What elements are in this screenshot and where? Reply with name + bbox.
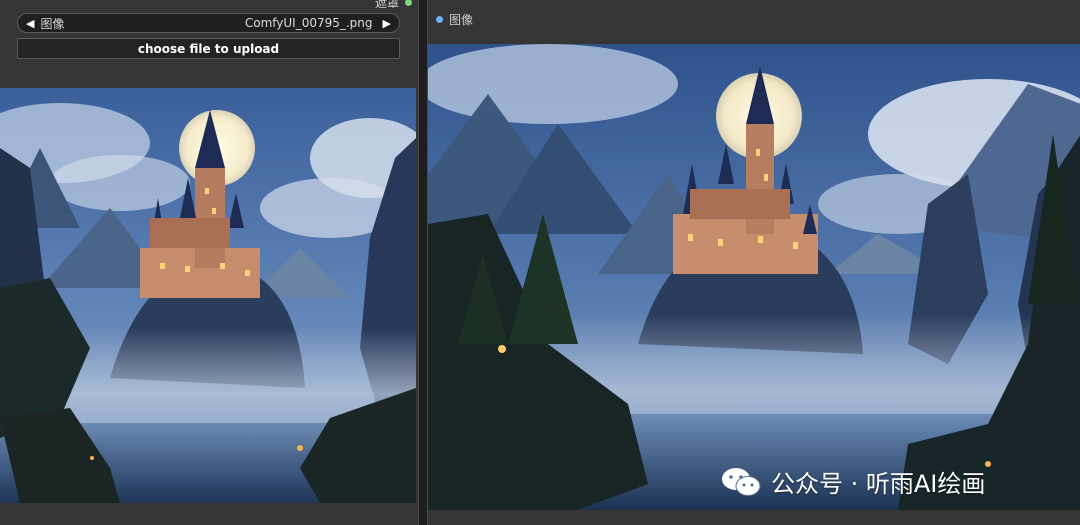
input-dot-icon[interactable] [436, 16, 443, 23]
image-combo-widget[interactable]: ◀ 图像 ComfyUI_00795_.png ▶ [17, 13, 400, 33]
mask-output-label: 遮罩 [374, 0, 399, 10]
image-combo-value[interactable]: ComfyUI_00795_.png [245, 16, 373, 30]
load-image-node[interactable]: 遮罩 ◀ 图像 ComfyUI_00795_.png ▶ choose file… [0, 0, 419, 525]
watermark: 公众号 · 听雨AI绘画 [721, 464, 985, 499]
wechat-icon [722, 467, 761, 496]
loaded-image-preview [0, 88, 416, 503]
triangle-left-icon[interactable]: ◀ [26, 17, 34, 30]
mask-output-slot[interactable]: 遮罩 [375, 0, 412, 11]
image-input-label: 图像 [449, 13, 474, 27]
upload-button[interactable]: choose file to upload [17, 38, 400, 59]
triangle-right-icon[interactable]: ▶ [383, 17, 391, 30]
watermark-text: 公众号 · 听雨AI绘画 [771, 470, 986, 498]
castle-image-right [428, 44, 1080, 510]
output-image-preview: 公众号 · 听雨AI绘画 [428, 44, 1080, 510]
castle-image-left [0, 88, 416, 503]
preview-image-node[interactable]: 图像 公众号 · 听雨AI绘画 [427, 0, 1080, 525]
image-combo-label: 图像 [40, 16, 65, 31]
image-input-slot[interactable]: 图像 [436, 11, 473, 28]
output-dot-icon[interactable] [405, 0, 412, 6]
